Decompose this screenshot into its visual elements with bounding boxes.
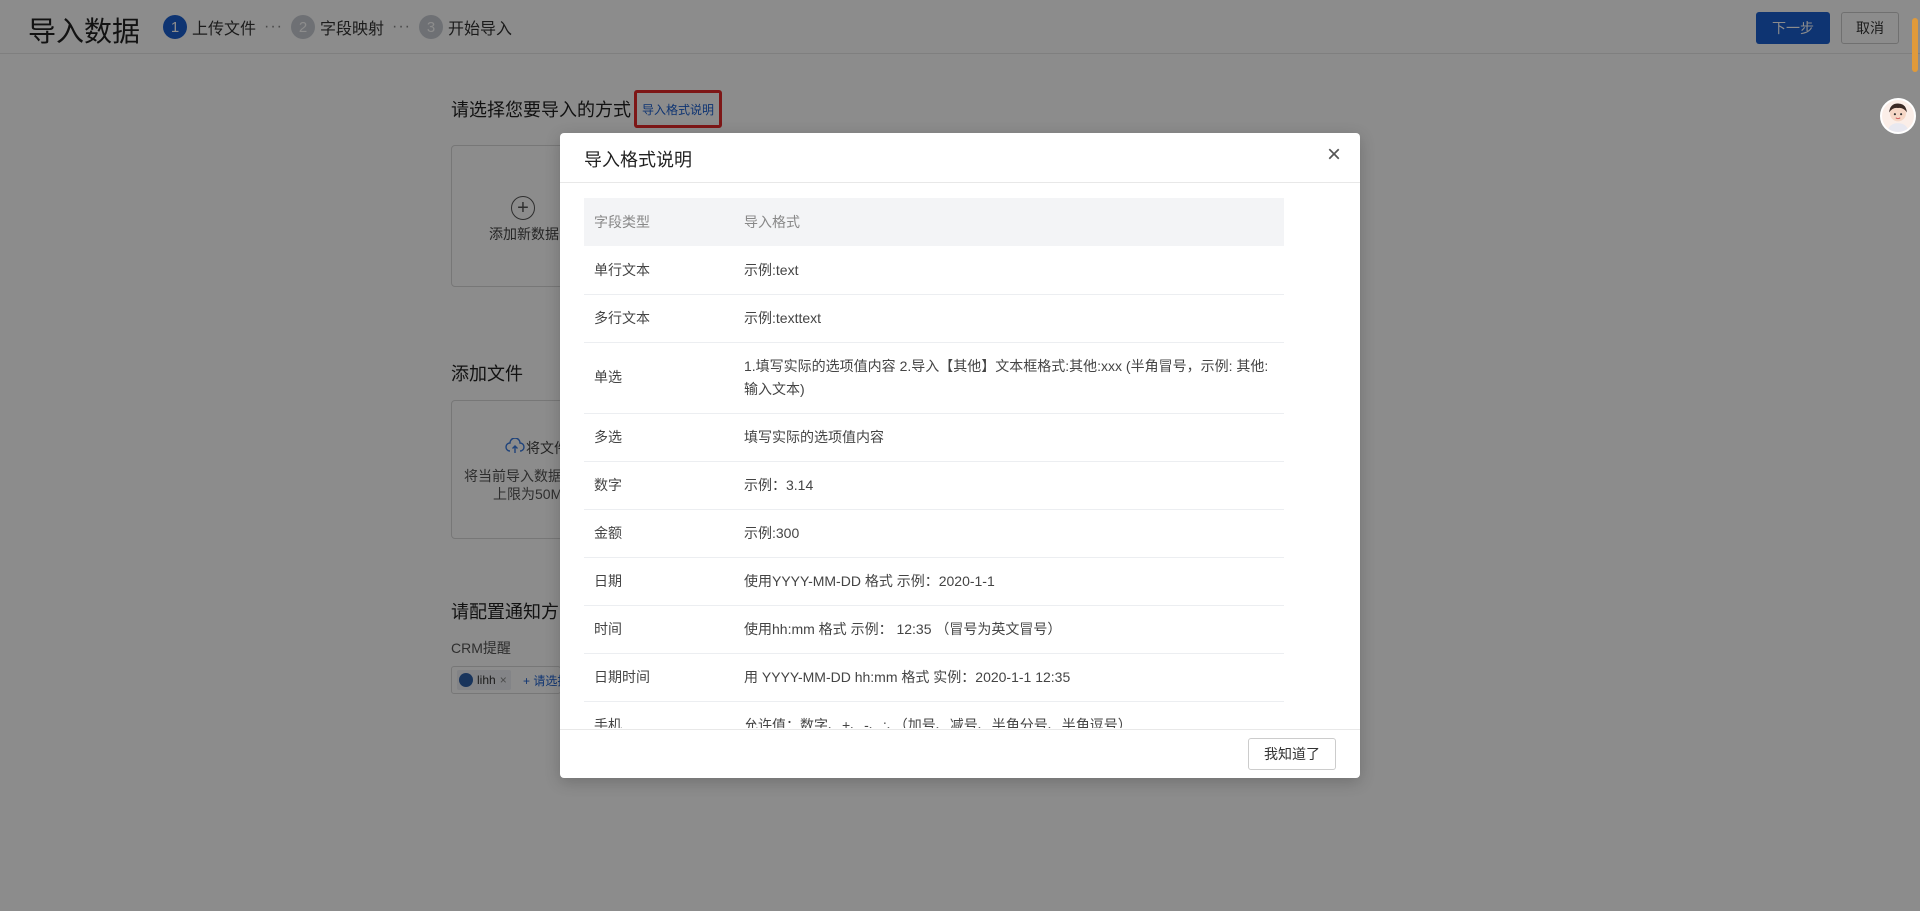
- field-type-cell: 金额: [584, 509, 734, 558]
- modal-header: 导入格式说明 ×: [560, 133, 1360, 183]
- table-row: 日期 使用YYYY-MM-DD 格式 示例：2020-1-1: [584, 557, 1284, 606]
- table-row: 多行文本 示例:texttext: [584, 294, 1284, 343]
- table-row: 日期时间 用 YYYY-MM-DD hh:mm 格式 实例：2020-1-1 1…: [584, 653, 1284, 702]
- import-format-cell: 使用YYYY-MM-DD 格式 示例：2020-1-1: [734, 557, 1284, 606]
- import-format-cell: 示例:texttext: [734, 294, 1284, 343]
- modal-body[interactable]: 字段类型 导入格式 单行文本 示例:text 多行文本 示例:texttext …: [584, 198, 1284, 728]
- import-format-cell: 1.填写实际的选项值内容 2.导入【其他】文本框格式:其他:xxx (半角冒号，…: [734, 342, 1284, 414]
- import-format-cell: 示例:300: [734, 509, 1284, 558]
- format-guide-modal: 导入格式说明 × 字段类型 导入格式 单行文本 示例:text 多行文本 示例:…: [560, 133, 1360, 778]
- format-table: 字段类型 导入格式 单行文本 示例:text 多行文本 示例:texttext …: [584, 198, 1284, 728]
- modal-footer: 我知道了: [560, 729, 1360, 778]
- column-header-import-format: 导入格式: [734, 198, 1284, 246]
- table-row: 多选 填写实际的选项值内容: [584, 413, 1284, 462]
- import-format-cell: 用 YYYY-MM-DD hh:mm 格式 实例：2020-1-1 12:35: [734, 653, 1284, 702]
- field-type-cell: 日期时间: [584, 653, 734, 702]
- import-format-cell: 允许值：数字、+、-、;、（加号、减号、半角分号、半角逗号）: [734, 701, 1284, 728]
- field-type-cell: 多选: [584, 413, 734, 462]
- import-format-cell: 示例：3.14: [734, 461, 1284, 510]
- field-type-cell: 单行文本: [584, 246, 734, 295]
- field-type-cell: 日期: [584, 557, 734, 606]
- avatar[interactable]: [1880, 98, 1916, 134]
- table-row: 数字 示例：3.14: [584, 461, 1284, 510]
- field-type-cell: 多行文本: [584, 294, 734, 343]
- import-format-cell: 示例:text: [734, 246, 1284, 295]
- field-type-cell: 手机: [584, 701, 734, 728]
- table-row: 单行文本 示例:text: [584, 246, 1284, 295]
- table-row: 单选 1.填写实际的选项值内容 2.导入【其他】文本框格式:其他:xxx (半角…: [584, 342, 1284, 414]
- table-header-row: 字段类型 导入格式: [584, 198, 1284, 246]
- field-type-cell: 数字: [584, 461, 734, 510]
- column-header-field-type: 字段类型: [584, 198, 734, 246]
- close-icon[interactable]: ×: [1323, 143, 1345, 167]
- field-type-cell: 单选: [584, 342, 734, 414]
- user-avatar-icon: [1887, 103, 1909, 132]
- table-row: 手机 允许值：数字、+、-、;、（加号、减号、半角分号、半角逗号）: [584, 701, 1284, 728]
- scrollbar-thumb[interactable]: [1912, 18, 1918, 72]
- import-format-cell: 使用hh:mm 格式 示例： 12:35 （冒号为英文冒号）: [734, 605, 1284, 654]
- table-row: 金额 示例:300: [584, 509, 1284, 558]
- table-row: 时间 使用hh:mm 格式 示例： 12:35 （冒号为英文冒号）: [584, 605, 1284, 654]
- field-type-cell: 时间: [584, 605, 734, 654]
- got-it-button[interactable]: 我知道了: [1248, 738, 1336, 770]
- modal-title: 导入格式说明: [584, 150, 692, 170]
- import-format-cell: 填写实际的选项值内容: [734, 413, 1284, 462]
